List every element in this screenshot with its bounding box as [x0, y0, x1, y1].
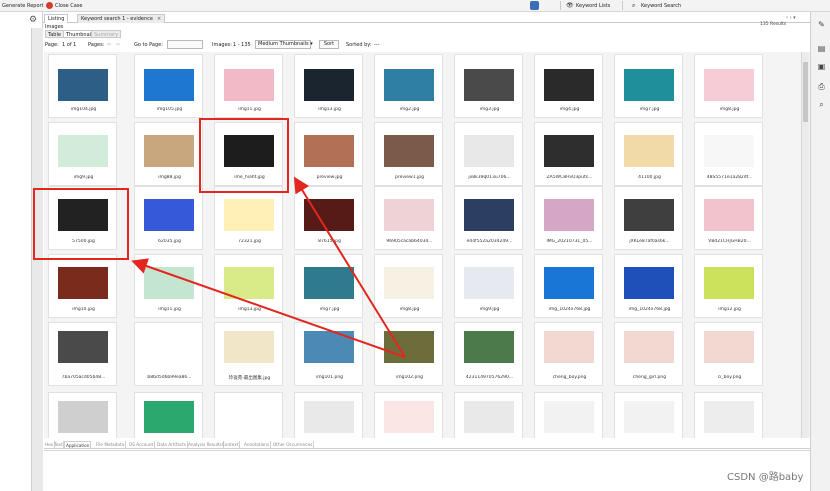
watermark-text: CSDN @路baby	[727, 472, 804, 483]
bottom-tab[interactable]: Text	[53, 441, 65, 449]
app-window: Generate Report Close Case 👁 Keyword Lis…	[0, 0, 830, 491]
arrow-to-ime-hiaht	[293, 176, 406, 358]
bottom-tab[interactable]: Annotations	[243, 441, 272, 449]
bottom-tab[interactable]: Application	[64, 441, 92, 449]
bottom-tab[interactable]: OS Account	[128, 441, 156, 449]
bottom-tab[interactable]: File Metadata	[95, 441, 127, 449]
annotation-arrows	[131, 176, 406, 358]
bottom-tab[interactable]: Context	[221, 441, 241, 449]
bottom-tab[interactable]: Data Artifacts	[156, 441, 188, 449]
bottom-tab[interactable]: Analysis Results	[187, 441, 224, 449]
arrow-to-57500	[131, 258, 406, 358]
content-viewer-tabs: Hex Text Application File Metadata OS Accoun…	[44, 441, 810, 449]
content-viewer-panel	[44, 450, 810, 491]
bottom-tab[interactable]: Other Occurrences	[272, 441, 315, 449]
